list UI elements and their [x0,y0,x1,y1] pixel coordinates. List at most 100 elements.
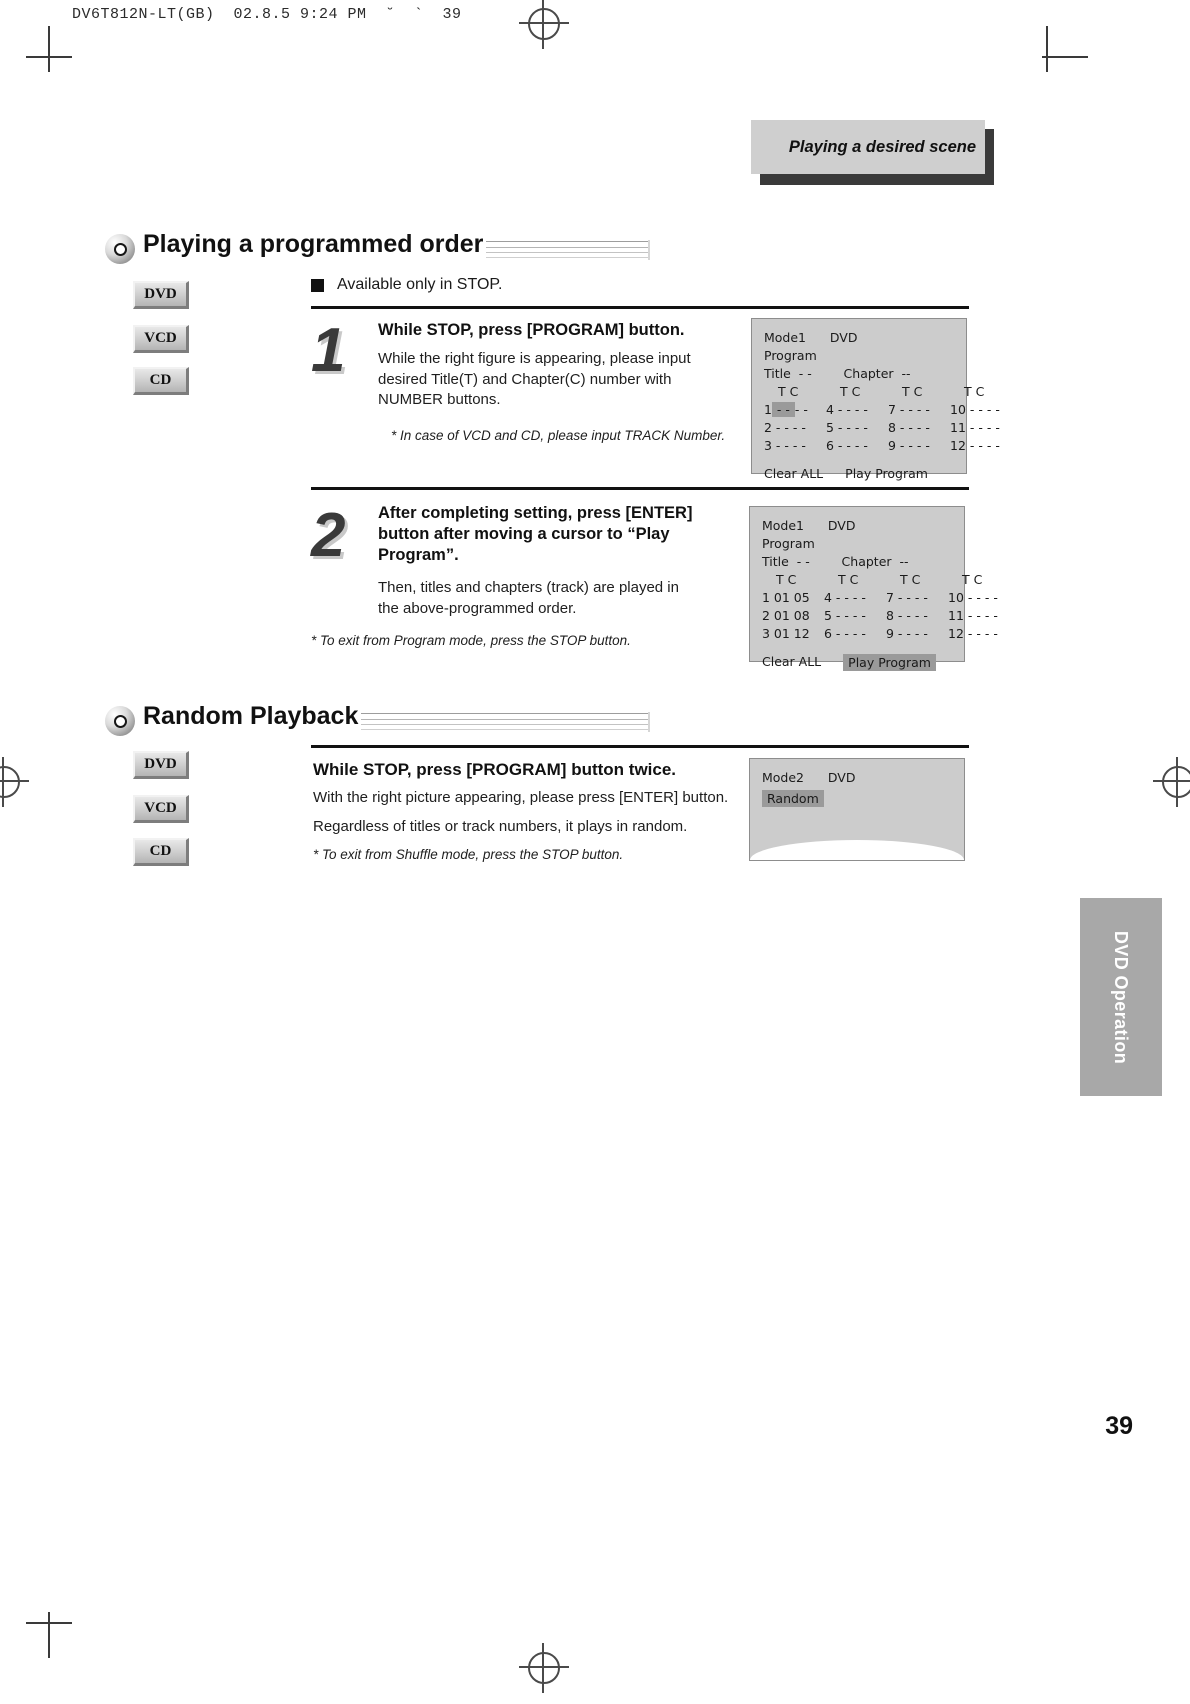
osd1-cell-4: 4 - - - - [826,402,868,417]
osd1-disc: DVD [829,330,858,345]
section-title: Playing a programmed order [143,230,487,259]
badge-dvd-1: DVD [133,281,189,309]
osd3-disc: DVD [827,770,856,785]
step-number-1: 1 [311,316,346,385]
side-tab-label: DVD Operation [1111,930,1132,1064]
osd2-cell-7: 7 - - - - [886,590,928,605]
osd2-cell-1: 1 01 05 [762,590,810,605]
step-title-1: While STOP, press [PROGRAM] button. [378,321,685,339]
section-bullet-icon-2 [105,706,135,736]
availability-note: Available only in STOP. [311,276,502,294]
osd3-random-row: Random [762,789,952,808]
osd2-disc: DVD [827,518,856,533]
osd3-mode: Mode2 [762,770,805,785]
square-bullet-icon [311,278,324,292]
osd2-cell-12: 12 - - - - [948,625,998,641]
random-heading: While STOP, press [PROGRAM] button twice… [313,760,677,779]
availability-note-text: Available only in STOP. [337,276,503,293]
osd2-title-label: Title [762,553,789,569]
osd2-cell-8: 8 - - - - [886,607,928,623]
osd1-column-headers: T C T C T C T C [764,383,984,401]
crop-mark-top-right [1046,26,1048,72]
crop-mark-bottom-left [48,1612,50,1658]
badge-vcd-2: VCD [133,795,189,823]
osd1-cell-9: 9 - - - - [888,437,930,453]
banner-title: Playing a desired scene [788,137,976,156]
osd-random: Mode2 DVD Random [749,758,965,861]
osd1-cell-3: 3 - - - - [764,437,806,453]
osd1-title-row: Title - - Chapter -- [764,365,954,383]
registration-mark-right [1153,757,1190,807]
step-divider-2 [311,487,969,490]
step-divider-1 [311,306,969,309]
osd2-mode-row: Mode1 DVD [762,517,952,535]
step-body-1: While the right figure is appearing, ple… [378,350,691,409]
osd1-play-program-button[interactable]: Play Program [845,466,928,481]
osd2-chapter-value: -- [899,553,909,569]
osd1-cell-12: 12 - - - - [950,437,1000,453]
osd1-footer: Clear ALL Play Program [764,466,954,481]
badge-dvd-2: DVD [133,751,189,779]
osd2-cell-9: 9 - - - - [886,625,928,641]
osd2-colhead-0: T C [776,572,797,588]
section-heading-random-playback: Random Playback [105,702,650,742]
osd2-colhead-2: T C [900,572,921,588]
osd2-cell-2: 2 01 08 [762,607,810,623]
crop-mark-left-top [26,56,72,58]
osd1-row-1: 1 - - - - 4 - - - - 7 - - - - 10 - - - - [764,401,1000,419]
step-note-1: * In case of VCD and CD, please input TR… [391,428,726,443]
osd1-cell-11: 11 - - - - [950,419,1000,435]
osd1-colhead-0: T C [778,384,799,400]
osd2-cell-4: 4 - - - - [824,590,866,605]
osd3-random-label[interactable]: Random [762,789,824,807]
osd1-mode: Mode1 [764,330,807,345]
osd2-play-program-button[interactable]: Play Program [843,654,936,672]
osd1-program-label: Program [764,347,817,363]
section2-divider [311,745,969,748]
page-banner: Playing a desired scene [751,120,994,185]
print-header: DV6T812N-LT(GB) 02.8.5 9:24 PM ˘ ` 39 [72,6,462,23]
osd2-clear-all-button[interactable]: Clear ALL [762,654,821,671]
badge-vcd-1: VCD [133,325,189,353]
osd1-cell-5: 5 - - - - [826,419,868,435]
crop-mark-top-left [48,26,50,72]
osd1-cursor-highlight: - - [771,402,795,417]
registration-mark-bottom [519,1643,569,1693]
osd1-mode-row: Mode1 DVD [764,329,954,347]
osd2-program-label: Program [762,535,815,551]
side-tab-dvd-operation: DVD Operation [1080,898,1162,1096]
osd2-colhead-1: T C [838,572,859,588]
osd1-chapter-label: Chapter [843,365,894,381]
osd-program-filled: Mode1 DVD Program Title - - Chapter -- T… [749,506,998,672]
section-title-2: Random Playback [143,702,362,731]
banner-box: Playing a desired scene [751,120,985,174]
osd1-cell-8: 8 - - - - [888,419,930,435]
section-bullet-icon [105,234,135,264]
osd1-cell-10: 10 - - - - [950,402,1000,417]
osd1-row-2: 2 - - - - 5 - - - - 8 - - - - 11 - - - - [764,419,1000,437]
osd1-colhead-1: T C [840,384,861,400]
step-body-2: Then, titles and chapters (track) are pl… [378,579,679,617]
step-title-2: After completing setting, press [ENTER] … [378,504,693,565]
osd1-row-3: 3 - - - - 6 - - - - 9 - - - - 12 - - - - [764,437,1000,455]
osd1-colhead-2: T C [902,384,923,400]
section-heading-programmed-order: Playing a programmed order [105,230,650,270]
osd2-cell-6: 6 - - - - [824,625,866,641]
step-number-2: 2 [311,501,346,570]
osd-program-empty: Mode1 DVD Program Title - - Chapter -- T… [751,318,1000,481]
osd1-cell-6: 6 - - - - [826,437,868,453]
osd2-mode: Mode1 [762,518,805,533]
registration-mark-top [519,0,569,49]
osd1-cell-1: 1 - - - - [764,402,808,417]
random-body-2: Regardless of titles or track numbers, i… [313,818,688,835]
random-note: * To exit from Shuffle mode, press the S… [313,847,624,862]
osd3-mode-row: Mode2 DVD [762,769,952,787]
badge-cd-2: CD [133,838,189,866]
osd2-chapter-label: Chapter [841,553,892,569]
osd2-cell-11: 11 - - - - [948,607,998,623]
osd2-title-row: Title - - Chapter -- [762,553,952,571]
crop-mark-right-top [1042,56,1088,58]
osd1-clear-all-button[interactable]: Clear ALL [764,466,823,481]
osd2-row-3: 3 01 12 6 - - - - 9 - - - - 12 - - - - [762,625,998,643]
osd1-cell-2: 2 - - - - [764,419,806,435]
